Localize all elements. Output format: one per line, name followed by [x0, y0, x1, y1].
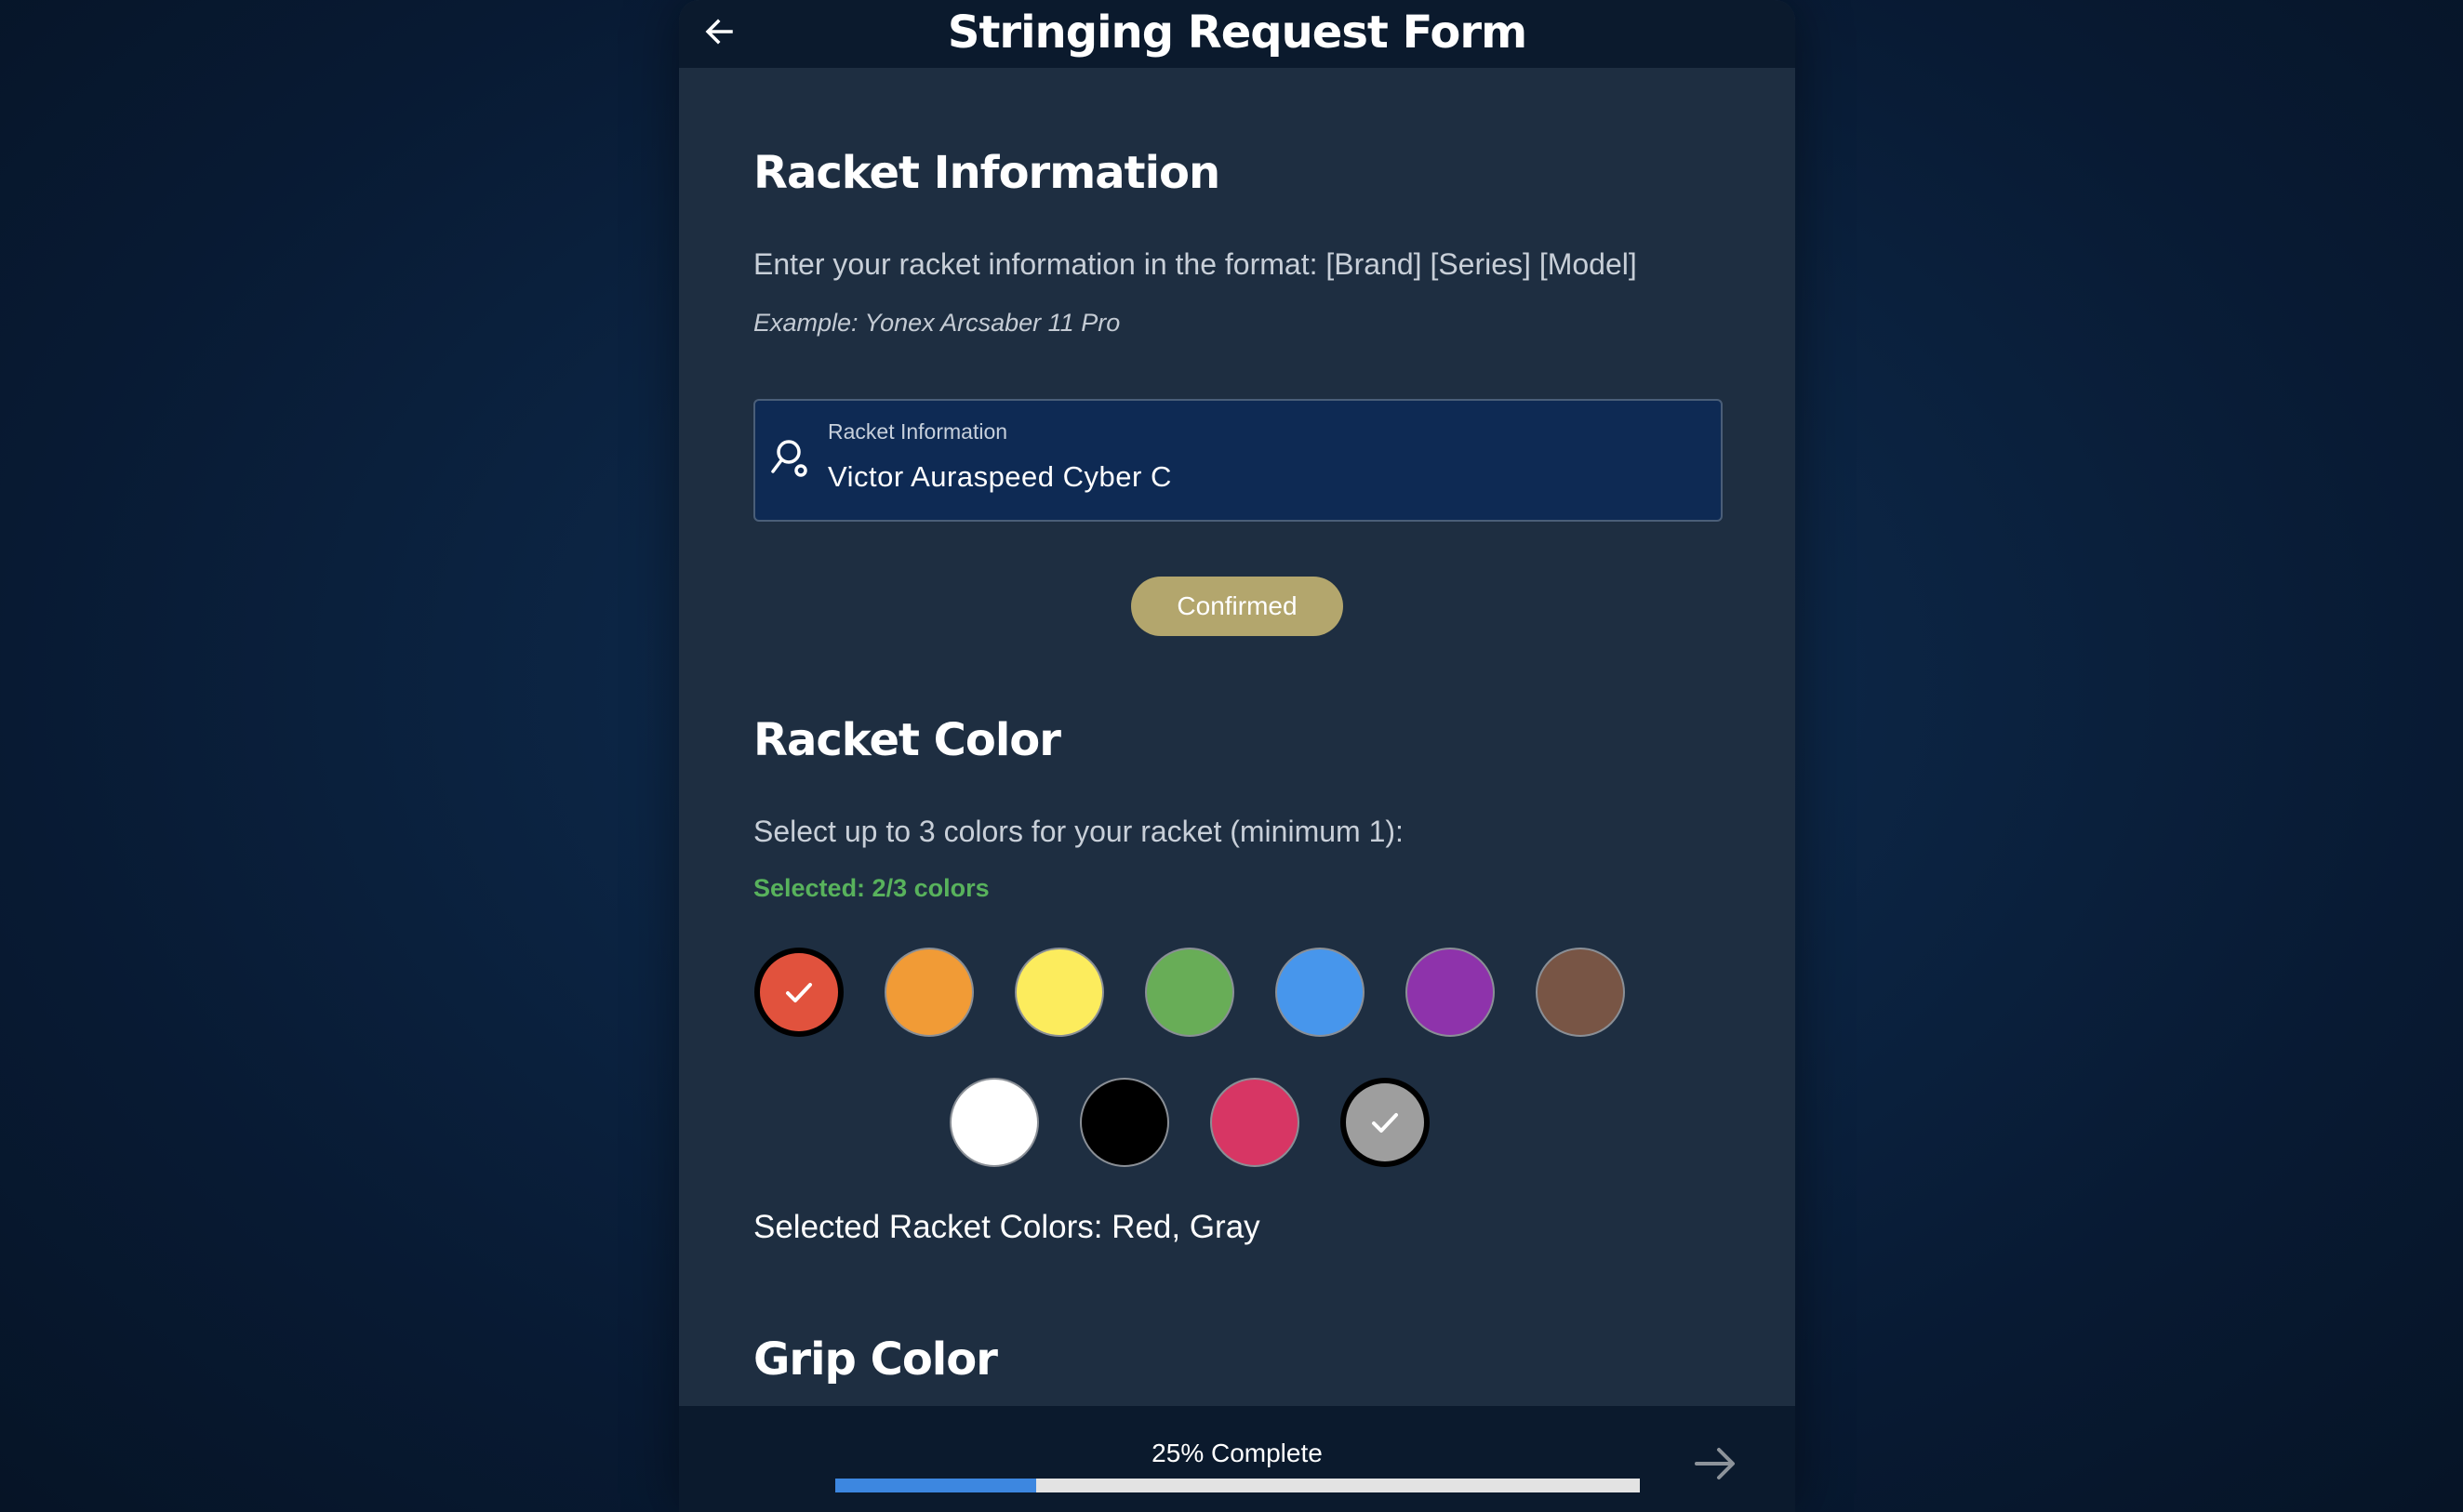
racket-info-field-label: Racket Information — [828, 419, 1008, 444]
color-swatch-orange[interactable] — [885, 948, 974, 1037]
selected-racket-colors: Selected Racket Colors: Red, Gray — [753, 1209, 1260, 1245]
arrow-right-icon — [1695, 1448, 1735, 1479]
racket-info-title: Racket Information — [753, 147, 1220, 199]
progress-footer: 25% Complete — [679, 1406, 1795, 1512]
racket-info-input[interactable] — [826, 457, 1667, 497]
color-swatch-yellow[interactable] — [1015, 948, 1104, 1037]
header-bar: Stringing Request Form — [679, 0, 1795, 68]
racket-info-instruction: Enter your racket information in the for… — [753, 247, 1637, 281]
color-swatch-blue[interactable] — [1275, 948, 1365, 1037]
selected-count-text: Selected: 2/3 colors — [753, 874, 990, 902]
color-swatch-green[interactable] — [1145, 948, 1234, 1037]
back-button[interactable] — [698, 9, 744, 56]
color-swatch-gray[interactable] — [1340, 1078, 1430, 1167]
color-swatch-pink[interactable] — [1210, 1078, 1299, 1167]
app-container: Stringing Request Form Racket Informatio… — [679, 0, 1795, 1512]
progress-label: 25% Complete — [1152, 1439, 1323, 1467]
racket-color-title: Racket Color — [753, 714, 1061, 766]
confirmed-button[interactable]: Confirmed — [1131, 577, 1343, 636]
arrow-left-icon — [705, 19, 733, 45]
progress-bar — [835, 1479, 1640, 1492]
color-swatch-black[interactable] — [1080, 1078, 1169, 1167]
page-title: Stringing Request Form — [947, 7, 1527, 59]
racket-color-instruction: Select up to 3 colors for your racket (m… — [753, 815, 1404, 848]
next-button[interactable] — [1689, 1438, 1741, 1490]
color-swatch-purple[interactable] — [1405, 948, 1495, 1037]
color-swatch-white[interactable] — [950, 1078, 1039, 1167]
grip-color-title: Grip Color — [753, 1333, 998, 1386]
progress-bar-fill — [835, 1479, 1037, 1492]
checkmark-icon — [786, 983, 812, 1002]
color-swatch-red[interactable] — [754, 948, 844, 1037]
checkmark-icon — [1372, 1113, 1398, 1133]
racket-info-example: Example: Yonex Arcsaber 11 Pro — [753, 309, 1121, 337]
racket-info-field[interactable]: Racket Information — [753, 399, 1723, 522]
color-swatch-brown[interactable] — [1536, 948, 1625, 1037]
racket-icon — [771, 440, 807, 477]
